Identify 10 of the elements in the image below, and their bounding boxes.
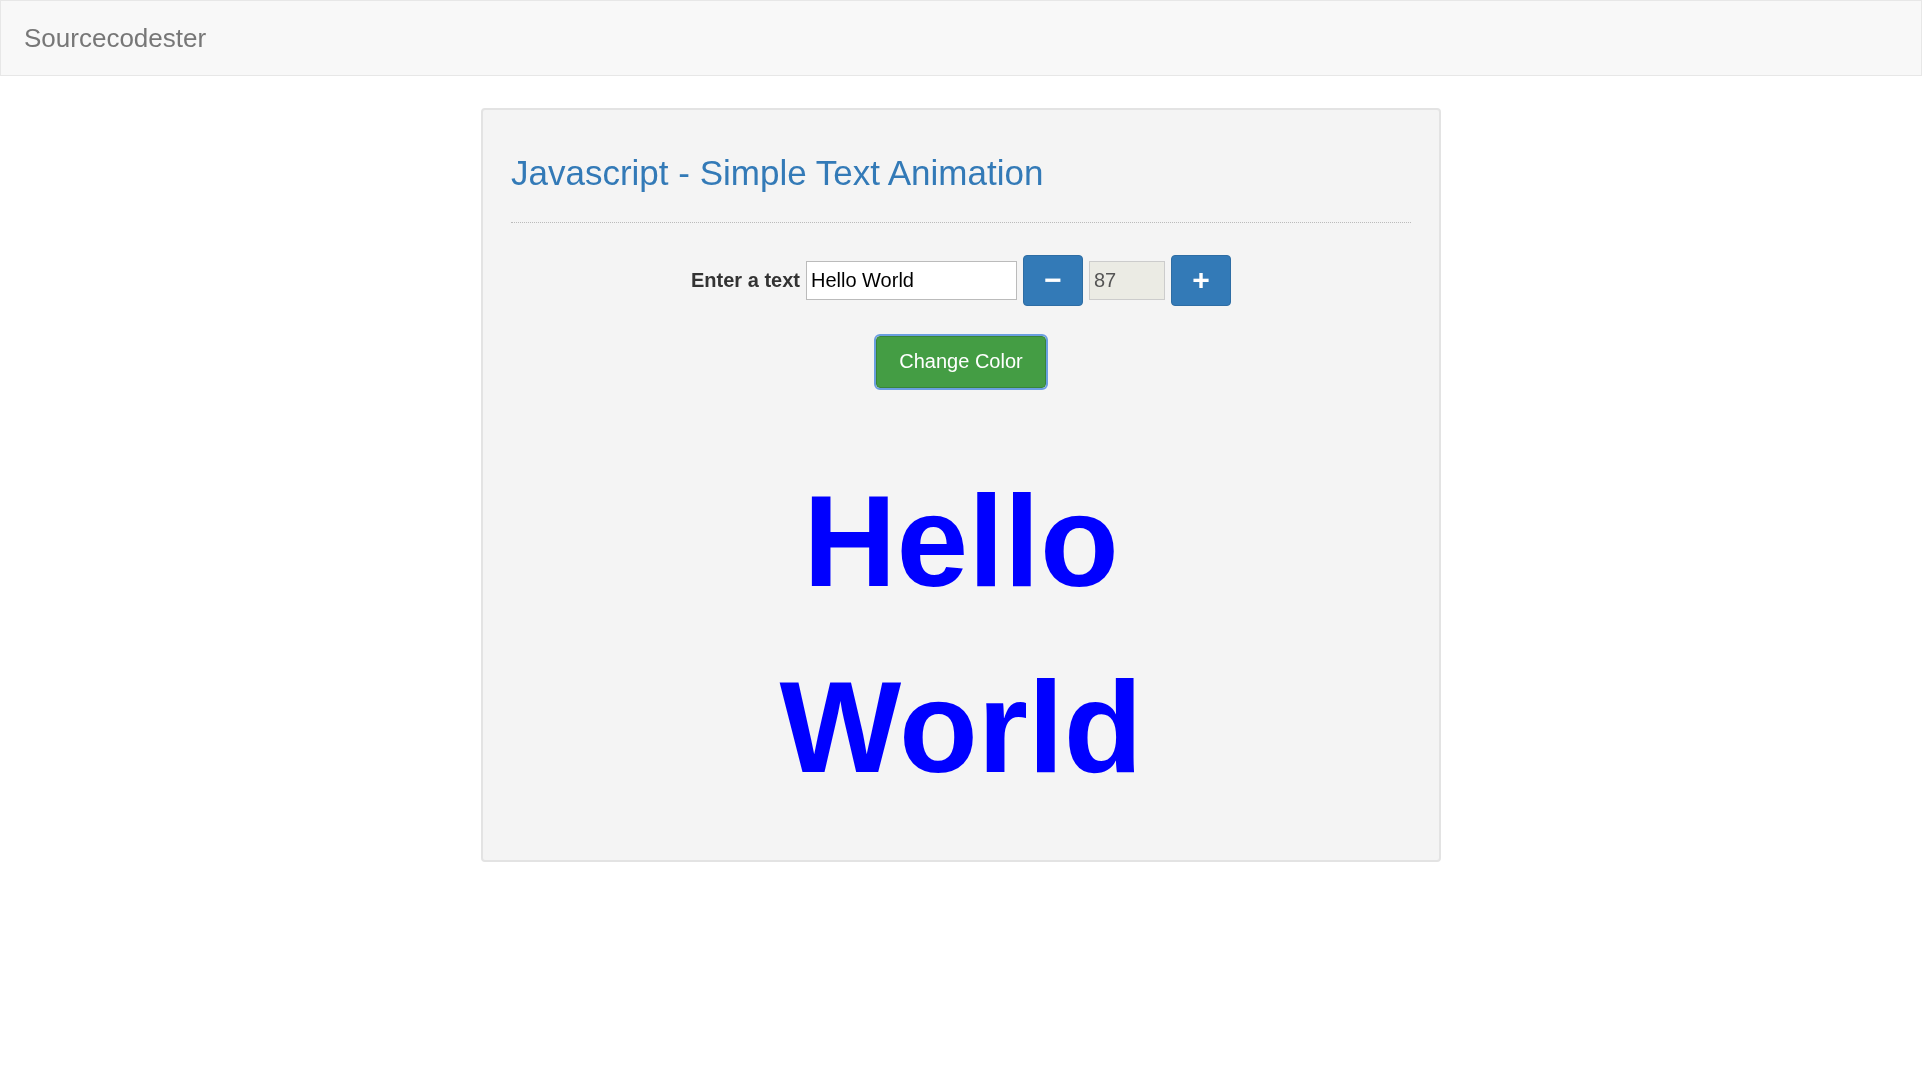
increase-button[interactable]: + xyxy=(1170,254,1231,306)
text-label: Enter a text xyxy=(691,268,800,292)
size-field[interactable]: 87 xyxy=(1088,260,1165,300)
change-color-button[interactable]: Change Color xyxy=(876,335,1046,388)
preview-text: World xyxy=(778,653,1144,801)
text-input[interactable]: Hello World xyxy=(805,260,1017,300)
decrease-button[interactable]: − xyxy=(1022,254,1083,306)
preview-text: Hello xyxy=(802,467,1120,615)
page-title: Javascript - Simple Text Animation xyxy=(511,152,1045,194)
brand-link[interactable]: Sourcecodester xyxy=(24,22,207,54)
